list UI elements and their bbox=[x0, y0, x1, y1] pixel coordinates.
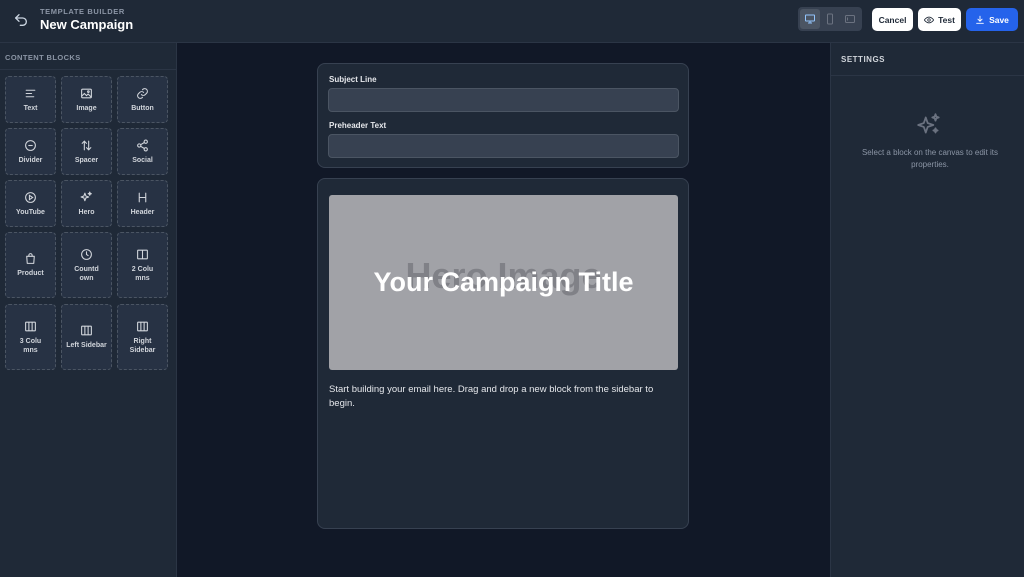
campaign-title: New Campaign bbox=[40, 17, 134, 32]
tablet-view-button[interactable] bbox=[840, 9, 860, 29]
cancel-label: Cancel bbox=[878, 14, 907, 25]
block-button[interactable]: Button bbox=[117, 76, 168, 123]
block-label: Text bbox=[23, 104, 38, 112]
subject-line-label: Subject Line bbox=[329, 75, 377, 84]
block-spacer[interactable]: Spacer bbox=[61, 128, 112, 175]
columns-icon bbox=[81, 325, 92, 336]
block-image[interactable]: Image bbox=[61, 76, 112, 123]
block-label: YouTube bbox=[16, 208, 45, 216]
block-two-columns[interactable]: 2 Columns bbox=[117, 232, 168, 298]
block-right-sidebar[interactable]: Right Sidebar bbox=[117, 304, 168, 370]
link-icon bbox=[137, 87, 148, 99]
share-icon bbox=[137, 139, 148, 151]
block-label: Left Sidebar bbox=[66, 342, 107, 349]
test-label: Test bbox=[938, 14, 955, 25]
top-toolbar: TEMPLATE BUILDER New Campaign Cancel Tes… bbox=[0, 0, 1024, 43]
settings-empty-hint: Select a block on the canvas to edit its… bbox=[861, 148, 999, 169]
sidebar-divider bbox=[0, 69, 176, 70]
image-icon bbox=[81, 88, 92, 98]
columns-icon bbox=[25, 321, 36, 331]
shopping-bag-icon bbox=[26, 253, 35, 264]
hero-title[interactable]: Your Campaign Title bbox=[329, 267, 678, 298]
preheader-text-label: Preheader Text bbox=[329, 121, 387, 130]
block-label: Product bbox=[17, 270, 44, 277]
body-text-block[interactable]: Start building your email here. Drag and… bbox=[329, 383, 679, 411]
cancel-button[interactable]: Cancel bbox=[872, 8, 913, 31]
sidebar-heading: CONTENT BLOCKS bbox=[5, 53, 81, 62]
email-body-card[interactable]: Hero Image Your Campaign Title Start bui… bbox=[317, 178, 689, 529]
block-text[interactable]: Text bbox=[5, 76, 56, 123]
monitor-icon bbox=[805, 14, 815, 24]
block-label: 3 Columns bbox=[19, 337, 42, 354]
settings-heading: SETTINGS bbox=[841, 55, 886, 64]
block-hero[interactable]: Hero bbox=[61, 180, 112, 227]
block-label: Social bbox=[132, 156, 153, 164]
text-align-icon bbox=[25, 89, 36, 97]
preheader-text-input[interactable] bbox=[328, 134, 679, 158]
desktop-view-button[interactable] bbox=[800, 9, 820, 29]
block-label: Spacer bbox=[74, 156, 99, 164]
block-label: Divider bbox=[18, 156, 43, 164]
columns-icon bbox=[137, 249, 148, 259]
block-three-columns[interactable]: 3 Columns bbox=[5, 304, 56, 370]
email-meta-card: Subject Line Preheader Text bbox=[317, 63, 689, 168]
block-product[interactable]: Product bbox=[5, 232, 56, 298]
block-label: Right Sidebar bbox=[129, 337, 156, 354]
tablet-icon bbox=[845, 15, 855, 23]
settings-divider bbox=[831, 75, 1024, 76]
eye-icon bbox=[924, 16, 935, 23]
subject-line-input[interactable] bbox=[328, 88, 679, 112]
columns-icon bbox=[137, 321, 148, 331]
builder-kicker: TEMPLATE BUILDER bbox=[40, 7, 125, 16]
block-label: Button bbox=[131, 104, 154, 112]
block-social[interactable]: Social bbox=[117, 128, 168, 175]
sparkles-icon bbox=[80, 191, 92, 201]
mobile-view-button[interactable] bbox=[820, 9, 840, 29]
save-label: Save bbox=[989, 14, 1009, 25]
save-button[interactable]: Save bbox=[966, 8, 1018, 31]
minus-circle-icon bbox=[25, 139, 36, 151]
block-divider[interactable]: Divider bbox=[5, 128, 56, 175]
block-label: Header bbox=[130, 208, 155, 216]
sparkles-icon bbox=[916, 112, 942, 138]
back-button[interactable] bbox=[10, 9, 32, 31]
download-icon bbox=[976, 15, 984, 24]
play-circle-icon bbox=[25, 191, 36, 203]
heading-icon bbox=[138, 192, 147, 202]
block-countdown[interactable]: Countdown bbox=[61, 232, 112, 298]
hero-block[interactable]: Hero Image Your Campaign Title bbox=[329, 195, 678, 370]
block-label: Image bbox=[76, 104, 97, 112]
block-label: 2 Columns bbox=[131, 265, 154, 282]
block-label: Hero bbox=[78, 208, 95, 216]
block-left-sidebar[interactable]: Left Sidebar bbox=[61, 304, 112, 370]
smartphone-icon bbox=[827, 13, 833, 25]
clock-icon bbox=[81, 248, 92, 260]
undo-arrow-icon bbox=[15, 14, 27, 26]
content-blocks-sidebar: CONTENT BLOCKS Text Image Button Divider… bbox=[0, 43, 177, 577]
arrows-vertical-icon bbox=[81, 139, 92, 151]
test-button[interactable]: Test bbox=[918, 8, 961, 31]
settings-panel: SETTINGS Select a block on the canvas to… bbox=[830, 43, 1024, 577]
block-youtube[interactable]: YouTube bbox=[5, 180, 56, 227]
email-canvas: Subject Line Preheader Text Hero Image Y… bbox=[177, 43, 830, 577]
device-toggle bbox=[798, 7, 862, 31]
block-header[interactable]: Header bbox=[117, 180, 168, 227]
block-label: Countdown bbox=[74, 265, 99, 282]
